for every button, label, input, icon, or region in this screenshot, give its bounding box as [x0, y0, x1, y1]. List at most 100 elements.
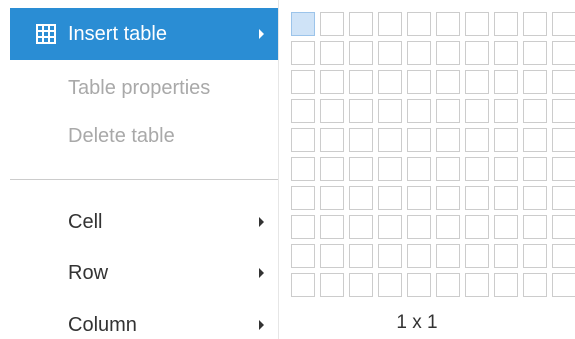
grid-cell[interactable]: [552, 12, 575, 36]
grid-cell[interactable]: [494, 273, 518, 297]
grid-cell[interactable]: [436, 157, 460, 181]
menu-item-insert-table[interactable]: Insert table: [10, 8, 278, 60]
menu-item-table-properties[interactable]: Table properties: [10, 62, 278, 114]
grid-cell[interactable]: [407, 186, 431, 210]
grid-cell[interactable]: [378, 12, 402, 36]
grid-cell[interactable]: [378, 128, 402, 152]
grid-cell[interactable]: [378, 215, 402, 239]
grid-cell[interactable]: [523, 99, 547, 123]
grid-cell[interactable]: [349, 128, 373, 152]
grid-cell[interactable]: [320, 12, 344, 36]
grid-cell[interactable]: [465, 244, 489, 268]
grid-cell[interactable]: [523, 41, 547, 65]
grid-cell[interactable]: [407, 99, 431, 123]
grid-cell[interactable]: [465, 70, 489, 94]
grid-cell[interactable]: [494, 41, 518, 65]
grid-cell[interactable]: [436, 273, 460, 297]
grid-cell[interactable]: [465, 99, 489, 123]
grid-cell[interactable]: [349, 273, 373, 297]
menu-item-cell[interactable]: Cell: [10, 196, 278, 248]
grid-cell[interactable]: [465, 128, 489, 152]
grid-cell[interactable]: [320, 244, 344, 268]
grid-cell[interactable]: [523, 273, 547, 297]
grid-cell[interactable]: [349, 41, 373, 65]
grid-cell[interactable]: [523, 12, 547, 36]
grid-cell[interactable]: [378, 41, 402, 65]
menu-item-row[interactable]: Row: [10, 247, 278, 299]
grid-cell[interactable]: [523, 244, 547, 268]
grid-cell[interactable]: [436, 12, 460, 36]
grid-cell[interactable]: [320, 99, 344, 123]
menu-item-delete-table[interactable]: Delete table: [10, 110, 278, 162]
grid-cell[interactable]: [407, 70, 431, 94]
grid-cell[interactable]: [436, 99, 460, 123]
grid-cell[interactable]: [465, 12, 489, 36]
grid-cell[interactable]: [291, 70, 315, 94]
grid-cell[interactable]: [291, 273, 315, 297]
table-grid[interactable]: [279, 0, 575, 304]
grid-cell[interactable]: [320, 215, 344, 239]
grid-cell[interactable]: [378, 70, 402, 94]
grid-cell[interactable]: [291, 41, 315, 65]
grid-cell[interactable]: [291, 128, 315, 152]
grid-cell-selected[interactable]: [291, 12, 315, 36]
menu-item-column[interactable]: Column: [10, 299, 278, 339]
grid-cell[interactable]: [349, 186, 373, 210]
grid-cell[interactable]: [436, 244, 460, 268]
grid-cell[interactable]: [494, 12, 518, 36]
grid-cell[interactable]: [349, 157, 373, 181]
grid-cell[interactable]: [436, 70, 460, 94]
grid-cell[interactable]: [320, 273, 344, 297]
grid-cell[interactable]: [349, 215, 373, 239]
grid-cell[interactable]: [407, 244, 431, 268]
grid-cell[interactable]: [320, 41, 344, 65]
grid-cell[interactable]: [320, 186, 344, 210]
grid-cell[interactable]: [523, 128, 547, 152]
grid-cell[interactable]: [407, 215, 431, 239]
grid-cell[interactable]: [552, 273, 575, 297]
grid-cell[interactable]: [291, 215, 315, 239]
grid-cell[interactable]: [494, 244, 518, 268]
grid-cell[interactable]: [378, 186, 402, 210]
grid-cell[interactable]: [494, 99, 518, 123]
grid-cell[interactable]: [523, 157, 547, 181]
grid-cell[interactable]: [378, 157, 402, 181]
grid-cell[interactable]: [291, 244, 315, 268]
grid-cell[interactable]: [349, 244, 373, 268]
grid-cell[interactable]: [407, 41, 431, 65]
grid-cell[interactable]: [552, 70, 575, 94]
grid-cell[interactable]: [291, 99, 315, 123]
grid-cell[interactable]: [552, 244, 575, 268]
grid-cell[interactable]: [552, 186, 575, 210]
grid-cell[interactable]: [349, 70, 373, 94]
grid-cell[interactable]: [320, 70, 344, 94]
grid-cell[interactable]: [494, 157, 518, 181]
grid-cell[interactable]: [407, 128, 431, 152]
grid-cell[interactable]: [465, 273, 489, 297]
grid-cell[interactable]: [349, 99, 373, 123]
grid-cell[interactable]: [436, 215, 460, 239]
grid-cell[interactable]: [494, 128, 518, 152]
grid-cell[interactable]: [436, 128, 460, 152]
grid-cell[interactable]: [349, 12, 373, 36]
grid-cell[interactable]: [552, 128, 575, 152]
grid-cell[interactable]: [320, 157, 344, 181]
grid-cell[interactable]: [552, 41, 575, 65]
grid-cell[interactable]: [407, 273, 431, 297]
grid-cell[interactable]: [552, 99, 575, 123]
grid-cell[interactable]: [494, 215, 518, 239]
grid-cell[interactable]: [378, 244, 402, 268]
grid-cell[interactable]: [407, 12, 431, 36]
grid-cell[interactable]: [378, 273, 402, 297]
grid-cell[interactable]: [465, 157, 489, 181]
grid-cell[interactable]: [465, 186, 489, 210]
grid-cell[interactable]: [436, 41, 460, 65]
grid-cell[interactable]: [291, 157, 315, 181]
grid-cell[interactable]: [378, 99, 402, 123]
grid-cell[interactable]: [523, 186, 547, 210]
grid-cell[interactable]: [465, 215, 489, 239]
grid-cell[interactable]: [407, 157, 431, 181]
grid-cell[interactable]: [465, 41, 489, 65]
grid-cell[interactable]: [552, 215, 575, 239]
grid-cell[interactable]: [320, 128, 344, 152]
